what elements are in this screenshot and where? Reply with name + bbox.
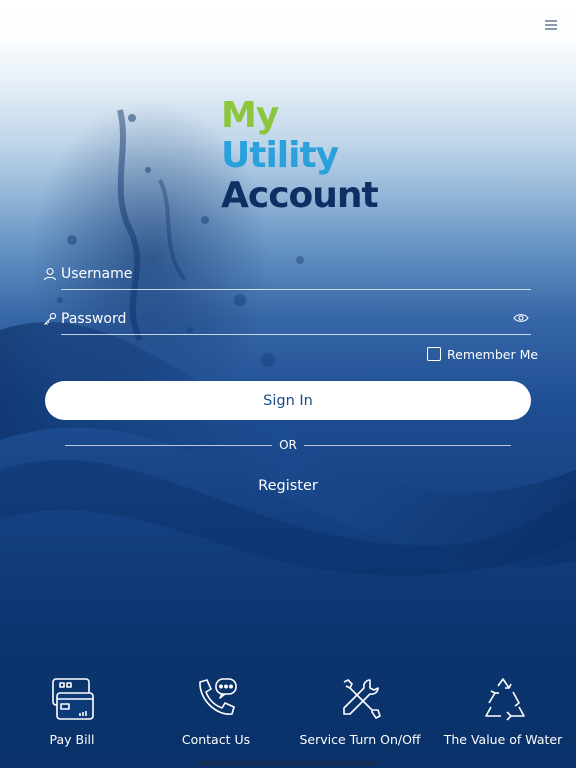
register-link[interactable]: Register <box>238 478 338 494</box>
app-logo: My Utility Account <box>221 95 379 216</box>
phone-chat-icon <box>199 678 237 715</box>
quick-link-label: Service Turn On/Off <box>299 732 421 747</box>
remember-me-checkbox[interactable] <box>427 347 441 361</box>
divider-left <box>65 445 272 446</box>
menu-bar <box>545 28 557 30</box>
quick-link-label: Pay Bill <box>49 732 95 747</box>
quick-link-label: The Value of Water <box>443 732 563 747</box>
home-indicator[interactable] <box>199 761 377 765</box>
menu-button[interactable] <box>540 14 562 34</box>
tools-icon <box>343 679 381 719</box>
sign-in-button[interactable]: Sign In <box>45 381 531 420</box>
logo-line-account: Account <box>221 175 379 216</box>
logo-line-my: My <box>221 95 279 136</box>
quick-link-label: Contact Us <box>181 732 251 747</box>
user-icon <box>43 267 57 281</box>
username-field-wrapper <box>43 261 531 290</box>
credit-card-icon <box>52 678 94 720</box>
login-screen: My Utility Account Remember Me Sign In O… <box>0 0 576 768</box>
password-input[interactable] <box>61 306 501 332</box>
recycle-icon <box>485 678 525 721</box>
menu-bar <box>545 24 557 26</box>
eye-icon[interactable] <box>513 311 529 325</box>
username-input[interactable] <box>61 261 501 287</box>
quick-link-pay-bill[interactable]: Pay Bill <box>2 676 142 756</box>
divider-right <box>304 445 511 446</box>
quick-link-service-turn-on-off[interactable]: Service Turn On/Off <box>290 676 430 756</box>
key-icon <box>44 312 57 325</box>
remember-me-label: Remember Me <box>447 346 539 362</box>
menu-bar <box>545 20 557 22</box>
remember-me-toggle[interactable]: Remember Me <box>427 346 538 362</box>
logo-line-utility: Utility <box>221 135 339 176</box>
or-divider-text: OR <box>279 438 297 452</box>
password-field-wrapper <box>44 306 531 335</box>
quick-link-contact-us[interactable]: Contact Us <box>146 676 286 756</box>
quick-link-value-of-water[interactable]: The Value of Water <box>433 676 573 756</box>
